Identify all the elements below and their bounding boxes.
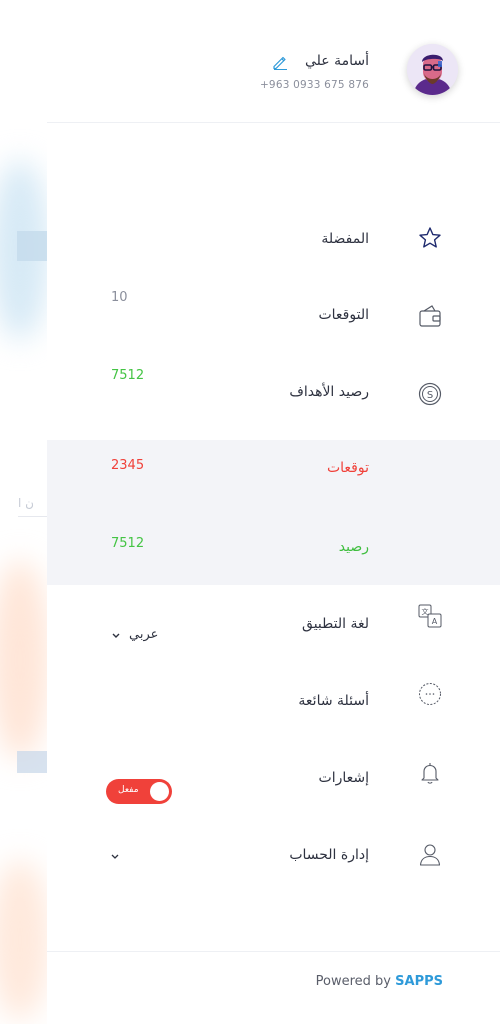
chevron-down-icon [112, 633, 120, 638]
phone-number: +963 0933 675 876 [259, 79, 369, 91]
avatar-image [407, 44, 458, 95]
menu-item-label: لغة التطبيق [302, 616, 369, 632]
stat-label: توقعات [326, 460, 369, 476]
star-icon [419, 227, 441, 248]
toggle-state-label: مفعل [118, 785, 139, 795]
coin-icon: S [418, 382, 442, 406]
stat-label: رصيد [338, 539, 369, 555]
notifications-toggle[interactable]: مفعل [106, 779, 172, 804]
background-bar [17, 231, 48, 261]
translate-icon: 文 A [418, 604, 442, 628]
chat-bubble-icon [419, 683, 441, 705]
edit-profile-pencil-icon[interactable] [271, 53, 289, 71]
brand-link[interactable]: SAPPS [395, 974, 443, 989]
background-blur [0, 560, 48, 760]
menu-item-label: إشعارات [318, 770, 369, 786]
background-app: ن ا [0, 0, 48, 1024]
language-select-value: عربي [129, 627, 159, 642]
side-drawer: أسامة علي +963 0933 675 876 المفضلة التو… [47, 0, 500, 1024]
stats-highlight-block: توقعات 2345 رصيد 7512 [47, 440, 500, 585]
menu-item-label: المفضلة [321, 231, 369, 247]
balance-value: 7512 [111, 536, 145, 551]
menu-item-label: رصيد الأهداف [289, 384, 369, 400]
background-text: ن ا [18, 496, 34, 510]
wallet-icon [419, 305, 441, 327]
menu-item-label: أسئلة شائعة [298, 693, 369, 709]
powered-by-text: Powered by SAPPS [316, 974, 443, 989]
language-select[interactable]: عربي [111, 627, 158, 642]
chevron-down-icon[interactable] [110, 851, 120, 861]
predictions-count: 10 [111, 290, 128, 305]
svg-text:S: S [427, 390, 433, 401]
svg-text:文: 文 [422, 607, 429, 616]
user-icon [419, 844, 441, 866]
bell-icon [421, 763, 439, 784]
menu-item-label: التوقعات [318, 307, 369, 323]
menu-item-label: إدارة الحساب [289, 847, 369, 863]
svg-text:A: A [432, 617, 438, 626]
background-blur [0, 860, 48, 1020]
powered-by-label: Powered by [315, 974, 392, 989]
toggle-knob [150, 782, 169, 801]
expectations-value: 2345 [111, 458, 145, 473]
goals-balance-value: 7512 [111, 368, 145, 383]
profile-header: أسامة علي +963 0933 675 876 [47, 0, 500, 123]
drawer-footer: Powered by SAPPS [47, 951, 500, 1025]
background-bar [17, 751, 48, 773]
avatar[interactable] [407, 44, 458, 95]
user-name: أسامة علي [305, 53, 369, 69]
background-divider [18, 516, 48, 517]
